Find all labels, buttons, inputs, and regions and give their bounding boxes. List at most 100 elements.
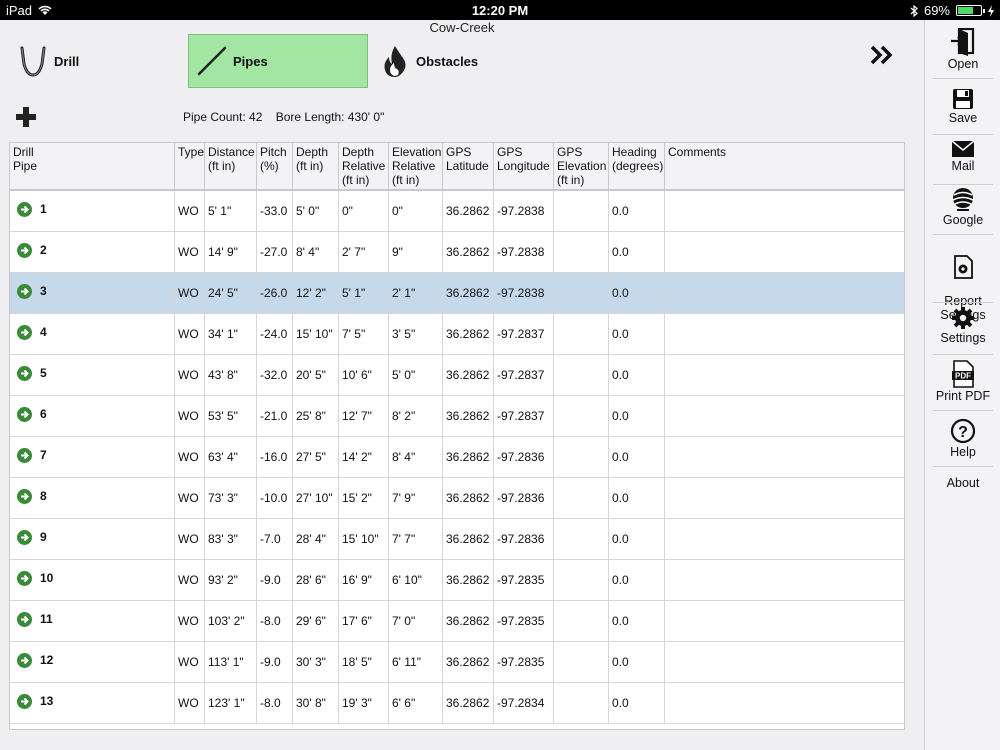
arrow-right-circle-icon[interactable] [17,448,32,463]
help-button[interactable]: ? Help [925,418,1000,459]
pipe-number: 10 [40,571,54,585]
table-cell: 6' 6" [389,683,443,723]
drill-pipe-icon [20,46,46,77]
table-cell: -7.0 [257,519,293,559]
arrow-right-circle-icon[interactable] [17,366,32,381]
column-header: GPS Latitude [443,143,494,189]
table-cell: 103' 2" [205,601,257,641]
table-row[interactable]: 11 WO 103' 2" -8.0 29' 6" 17' 6" 7' 0" 36.2862-… [10,601,904,642]
table-cell [665,601,904,641]
table-row[interactable]: 6 WO 53' 5" -21.0 25' 8" 12' 7" 8' 2" 36.2862 -9… [10,396,904,437]
table-cell [665,642,904,682]
arrow-right-circle-icon[interactable] [17,571,32,586]
arrow-right-circle-icon[interactable] [17,612,32,627]
pipe-number: 11 [40,612,53,626]
open-button[interactable]: Open [925,28,1000,71]
arrow-right-circle-icon[interactable] [17,489,32,504]
pipe-number: 4 [40,325,47,339]
arrow-right-circle-icon[interactable] [17,653,32,668]
open-icon [951,28,975,56]
table-row[interactable]: 9 WO 83' 3" -7.0 28' 4" 15' 10" 7' 7" 36.2862 -9… [10,519,904,560]
print-pdf-button[interactable]: PDF Print PDF [925,360,1000,403]
table-row[interactable]: 4 WO 34' 1" -24.0 15' 10" 7' 5" 3' 5" 36.2862 -9… [10,314,904,355]
settings-button[interactable]: Settings [925,306,1000,345]
bluetooth-icon [910,4,918,17]
arrow-right-circle-icon[interactable] [17,284,32,299]
table-cell [665,355,904,395]
table-row[interactable]: 5 WO 43' 8" -32.0 20' 5" 10' 6" 5' 0" 36.2862 -9… [10,355,904,396]
help-label: Help [950,445,976,459]
table-cell: 36.2862 [443,191,494,231]
table-cell: 12' 7" [339,396,389,436]
table-row[interactable]: 7 WO 63' 4" -16.0 27' 5" 14' 2" 8' 4" 36.2862 -9… [10,437,904,478]
google-button[interactable]: Google [925,186,1000,227]
table-cell: 29' 6" [293,601,339,641]
table-cell: -24.0 [257,314,293,354]
pipe-number: 8 [40,489,47,503]
table-row[interactable]: 12 WO 113' 1" -9.0 30' 3" 18' 5" 6' 11" 36.2862… [10,642,904,683]
table-row[interactable]: 8 WO 73' 3" -10.0 27' 10" 15' 2" 7' 9" 36.2862-… [10,478,904,519]
table-cell: WO [175,314,205,354]
table-cell: 17' 6" [339,601,389,641]
table-row[interactable]: 2 WO 14' 9" -27.0 8' 4" 2' 7" 9" 36.2862 -97.283… [10,232,904,273]
table-row[interactable]: 3 WO 24' 5" -26.0 12' 2" 5' 1" 2' 1" 36.2862 -97… [10,273,904,314]
pipe-number-cell: 5 [10,355,175,395]
status-bar: iPad 12:20 PM 69% [0,0,1000,20]
mail-button[interactable]: Mail [925,140,1000,173]
column-header: Pitch (%) [257,143,293,189]
arrow-right-circle-icon[interactable] [17,694,32,709]
pipe-number: 6 [40,407,47,421]
pipe-number-cell: 3 [10,273,175,313]
table-cell: 15' 10" [339,519,389,559]
table-cell [665,519,904,559]
table-cell: WO [175,683,205,723]
arrow-right-circle-icon[interactable] [17,325,32,340]
arrow-right-circle-icon[interactable] [17,530,32,545]
table-cell: 36.2862 [443,355,494,395]
table-cell: 36.2862 [443,437,494,477]
table-cell: 0.0 [609,601,665,641]
table-cell: 113' 1" [205,642,257,682]
about-button[interactable]: About [925,476,1000,490]
table-cell [554,232,609,272]
table-cell: 0.0 [609,560,665,600]
table-cell: 36.2862 [443,273,494,313]
report-gear-icon [954,255,973,279]
tab-drill[interactable]: Drill [10,34,180,88]
table-cell: 5' 0" [293,191,339,231]
tab-obstacles[interactable]: Obstacles [374,34,544,88]
table-cell: 36.2862 [443,478,494,518]
flame-icon [384,46,406,77]
gear-icon [952,307,974,329]
table-cell: 0.0 [609,355,665,395]
divider [933,354,993,355]
table-cell [554,683,609,723]
table-cell: WO [175,478,205,518]
arrow-right-circle-icon[interactable] [17,407,32,422]
table-cell: 8' 4" [293,232,339,272]
arrow-right-circle-icon[interactable] [17,202,32,217]
divider [933,466,993,467]
pipe-number-cell: 6 [10,396,175,436]
table-cell: -33.0 [257,191,293,231]
table-cell [665,683,904,723]
table-cell: -97.2837 [494,396,554,436]
pipe-table[interactable]: Drill Pipe Type Distance (ft in) Pitch (%) D… [9,142,905,730]
table-row[interactable]: 1 WO 5' 1" -33.0 5' 0" 0" 0" 36.2862 -97.2838 0.0 [10,191,904,232]
table-cell: 0.0 [609,232,665,272]
table-cell: -27.0 [257,232,293,272]
table-cell: 36.2862 [443,232,494,272]
table-header: Drill Pipe Type Distance (ft in) Pitch (%) D… [10,143,904,191]
tab-pipes[interactable]: Pipes [188,34,368,88]
document-title: Cow-Creek [429,20,495,35]
add-pipe-button[interactable] [14,105,38,129]
arrow-right-circle-icon[interactable] [17,243,32,258]
double-chevron-right-icon[interactable] [866,42,898,68]
table-cell [554,355,609,395]
save-button[interactable]: Save [925,88,1000,125]
table-cell: 8' 2" [389,396,443,436]
column-header: Comments [668,145,727,159]
table-cell: 15' 10" [293,314,339,354]
table-row[interactable]: 13 WO 123' 1" -8.0 30' 8" 19' 3" 6' 6" 36.2862-… [10,683,904,724]
table-row[interactable]: 10 WO 93' 2" -9.0 28' 6" 16' 9" 6' 10" 36.2862-… [10,560,904,601]
